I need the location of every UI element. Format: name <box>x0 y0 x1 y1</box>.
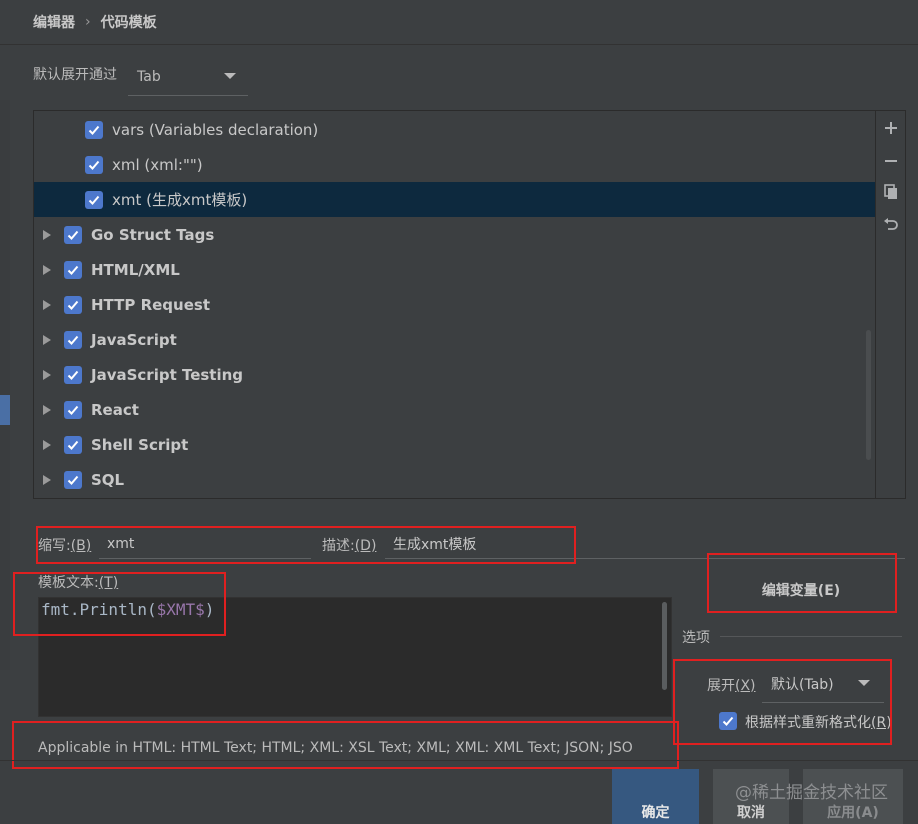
undo-icon[interactable] <box>882 216 900 234</box>
tree-group-react[interactable]: React <box>34 392 875 427</box>
reformat-label: 根据样式重新格式化(R) <box>745 712 892 732</box>
footer-divider <box>0 760 918 761</box>
expand-with-label: 展开(X) <box>707 675 756 695</box>
checkbox-xml[interactable] <box>85 155 103 174</box>
tree-group-shell-script[interactable]: Shell Script <box>34 427 875 462</box>
tree-item-label: xmt (生成xmt模板) <box>112 191 248 209</box>
breadcrumb-current: 代码模板 <box>100 15 157 31</box>
template-text-mnemonic: (T) <box>98 575 119 591</box>
description-label: 描述:(D) <box>322 535 376 555</box>
checkbox-vars[interactable] <box>85 120 103 139</box>
code-prefix: fmt.Println( <box>41 600 157 619</box>
tree-item-label: xml (xml:"") <box>112 155 203 174</box>
template-tree[interactable]: vars (Variables declaration) xml (xml:""… <box>33 110 876 499</box>
expand-arrow-icon[interactable] <box>43 475 51 485</box>
expand-with-select[interactable]: 默认(Tab) <box>762 665 884 703</box>
expand-arrow-icon[interactable] <box>43 300 51 310</box>
tree-group-html-xml[interactable]: HTML/XML <box>34 252 875 287</box>
header-divider <box>0 44 918 45</box>
expand-arrow-icon[interactable] <box>43 265 51 275</box>
code-suffix: ) <box>204 600 215 619</box>
description-label-text: 描述: <box>322 538 355 554</box>
expand-arrow-icon[interactable] <box>43 230 51 240</box>
tree-group-label: HTTP Request <box>91 295 210 314</box>
tree-group-go-struct-tags[interactable]: Go Struct Tags <box>34 217 875 252</box>
tree-group-label: SQL <box>91 470 125 489</box>
abbreviation-label: 缩写:(B) <box>38 535 91 555</box>
reformat-mnemonic: (R) <box>871 715 892 731</box>
tree-item-xmt[interactable]: xmt (生成xmt模板) <box>34 182 875 217</box>
applicable-contexts-link[interactable]: Applicable in HTML: HTML Text; HTML; XML… <box>38 740 672 756</box>
expand-by-value: Tab <box>137 68 161 85</box>
template-code: fmt.Println($XMT$) <box>41 600 214 619</box>
chevron-down-icon <box>224 73 236 79</box>
tree-item-vars[interactable]: vars (Variables declaration) <box>34 112 875 147</box>
description-input[interactable]: 生成xmt模板 <box>385 529 905 559</box>
options-title: 选项 <box>682 630 710 646</box>
tree-group-label: JavaScript <box>91 330 177 349</box>
description-mnemonic: (D) <box>354 538 377 554</box>
checkbox-group[interactable] <box>64 330 82 349</box>
checkbox-xmt[interactable] <box>85 190 103 209</box>
expand-arrow-icon[interactable] <box>43 370 51 380</box>
checkbox-group[interactable] <box>64 225 82 244</box>
abbreviation-input[interactable]: xmt <box>99 529 311 559</box>
copy-icon[interactable] <box>882 183 900 201</box>
tree-item-xml[interactable]: xml (xml:"") <box>34 147 875 182</box>
tree-toolbar <box>876 110 906 499</box>
tree-group-http-request[interactable]: HTTP Request <box>34 287 875 322</box>
reformat-label-text: 根据样式重新格式化 <box>745 715 871 731</box>
tree-group-javascript[interactable]: JavaScript <box>34 322 875 357</box>
checkbox-group[interactable] <box>64 260 82 279</box>
abbreviation-value: xmt <box>107 535 135 552</box>
breadcrumb: 编辑器 › 代码模板 <box>33 12 157 32</box>
chevron-down-icon <box>858 680 870 686</box>
tree-group-label: JavaScript Testing <box>91 365 244 384</box>
checkbox-group[interactable] <box>64 435 82 454</box>
abbreviation-mnemonic: (B) <box>70 538 92 554</box>
plus-icon[interactable] <box>882 119 900 137</box>
tree-group-label: Shell Script <box>91 435 189 454</box>
editor-scrollbar[interactable] <box>662 602 667 690</box>
expand-with-mnemonic: (X) <box>735 678 756 694</box>
description-value: 生成xmt模板 <box>393 536 477 553</box>
template-text-editor[interactable]: fmt.Println($XMT$) <box>38 597 672 717</box>
code-variable: $XMT$ <box>156 600 205 619</box>
template-text-label-text: 模板文本: <box>38 575 99 591</box>
watermark: @稀土掘金技术社区 <box>735 783 888 803</box>
tree-group-sql[interactable]: SQL <box>34 462 875 497</box>
checkbox-group[interactable] <box>64 400 82 419</box>
tree-group-label: Go Struct Tags <box>91 225 215 244</box>
expand-arrow-icon[interactable] <box>43 405 51 415</box>
tree-scrollbar[interactable] <box>866 330 871 460</box>
options-divider <box>720 636 902 637</box>
breadcrumb-separator: › <box>85 14 91 30</box>
template-text-label: 模板文本:(T) <box>38 572 118 592</box>
left-gutter-active-marker <box>0 395 10 425</box>
expand-arrow-icon[interactable] <box>43 440 51 450</box>
abbreviation-label-text: 缩写: <box>38 538 71 554</box>
left-gutter <box>0 100 10 670</box>
reformat-checkbox[interactable] <box>719 712 737 730</box>
expand-with-label-text: 展开 <box>707 678 735 694</box>
expand-with-value: 默认(Tab) <box>771 676 834 693</box>
expand-by-label: 默认展开通过 <box>33 67 117 83</box>
edit-variables-button[interactable]: 编辑变量(E) <box>711 573 891 607</box>
checkbox-group[interactable] <box>64 365 82 384</box>
checkbox-group[interactable] <box>64 295 82 314</box>
minus-icon[interactable] <box>882 152 900 170</box>
tree-group-javascript-testing[interactable]: JavaScript Testing <box>34 357 875 392</box>
checkbox-group[interactable] <box>64 470 82 489</box>
tree-item-label: vars (Variables declaration) <box>112 120 319 139</box>
tree-group-label: HTML/XML <box>91 260 180 279</box>
expand-arrow-icon[interactable] <box>43 335 51 345</box>
tree-group-label: React <box>91 400 139 419</box>
breadcrumb-parent[interactable]: 编辑器 <box>33 12 75 32</box>
ok-button[interactable]: 确定 <box>612 769 699 824</box>
expand-by-select[interactable]: Tab <box>128 58 248 96</box>
